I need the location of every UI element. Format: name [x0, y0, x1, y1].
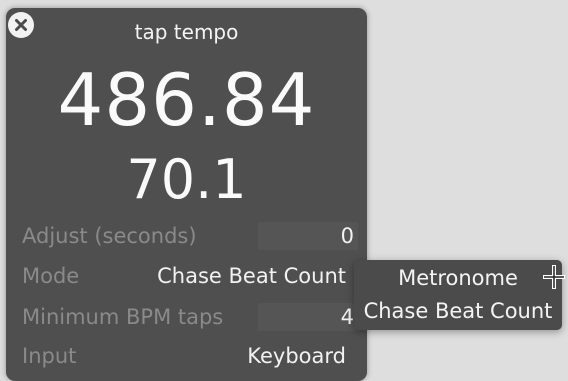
menu-item-metronome[interactable]: Metronome — [354, 263, 562, 293]
bpm-readout: 70.1 — [126, 148, 247, 211]
mode-label: Mode — [22, 264, 80, 288]
seconds-readout: 486.84 — [57, 58, 316, 142]
mode-select[interactable]: Chase Beat Count — [130, 262, 346, 290]
mode-dropdown-menu: Metronome Chase Beat Count — [354, 260, 562, 330]
menu-item-chase-beat-count[interactable]: Chase Beat Count — [354, 296, 562, 326]
min-taps-value: 4 — [340, 305, 354, 329]
adjust-label: Adjust (seconds) — [22, 224, 197, 248]
input-label: Input — [22, 344, 77, 368]
crosshair-cursor-icon — [543, 265, 565, 289]
min-taps-label: Minimum BPM taps — [22, 305, 224, 329]
input-select[interactable]: Keyboard — [150, 342, 346, 370]
adjust-value: 0 — [340, 224, 354, 248]
window-title: tap tempo — [134, 20, 239, 44]
desktop-background: tap tempo 486.84 70.1 Adjust (seconds) 0… — [0, 0, 568, 381]
